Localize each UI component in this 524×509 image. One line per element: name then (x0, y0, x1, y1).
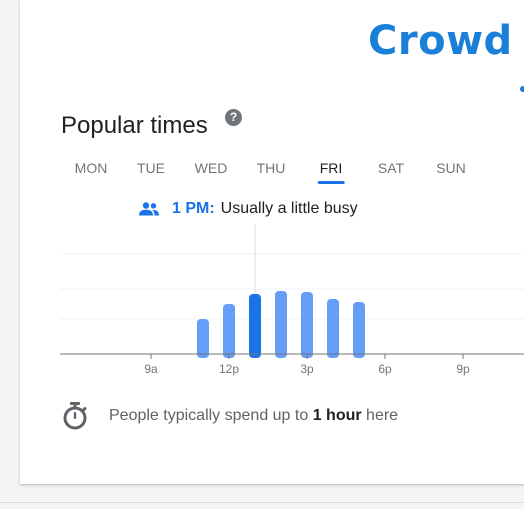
busy-status: 1 PM: Usually a little busy (138, 200, 358, 218)
visit-duration: People typically spend up to 1 hour here (61, 400, 398, 432)
tab-fri[interactable]: FRI (317, 160, 345, 184)
popular-times-title: Popular times (61, 112, 208, 139)
x-tick-label: 6p (378, 362, 392, 376)
tab-label: FRI (319, 160, 343, 176)
visit-duration-suffix: here (366, 407, 399, 424)
page-bottom-divider (0, 502, 524, 503)
tab-wed[interactable]: WED (195, 160, 228, 176)
tab-sun[interactable]: SUN (436, 160, 466, 176)
tab-thu[interactable]: THU (257, 160, 286, 176)
x-tick-label: 12p (219, 362, 239, 376)
brand-dot (520, 86, 524, 92)
bar-5p[interactable] (353, 302, 365, 358)
x-tick-label: 3p (300, 362, 314, 376)
tab-tue[interactable]: TUE (137, 160, 165, 176)
brand-logo-text: Crowd (368, 18, 513, 64)
tab-label: MON (74, 160, 108, 176)
bar-2p[interactable] (275, 291, 287, 358)
popular-times-chart: 9a 12p 3p 6p 9p (60, 224, 524, 376)
bar-3p[interactable] (301, 292, 313, 358)
tab-sat[interactable]: SAT (378, 160, 404, 176)
bar-1p[interactable] (249, 294, 261, 358)
popular-times-header: Popular times (61, 112, 208, 140)
tab-mon[interactable]: MON (75, 160, 108, 176)
tab-label: TUE (137, 160, 165, 176)
stopwatch-icon (63, 402, 87, 430)
bar-11a[interactable] (197, 319, 209, 358)
busy-time: 1 PM: (172, 200, 215, 217)
tab-label: SAT (377, 160, 405, 176)
bar-4p[interactable] (327, 299, 339, 358)
bar-12p[interactable] (223, 304, 235, 358)
x-tick-label: 9a (144, 362, 158, 376)
tab-label: THU (256, 160, 286, 176)
busy-status-text: Usually a little busy (220, 200, 358, 217)
day-tabs: MON TUE WED THU FRI SAT SUN (61, 160, 511, 188)
people-icon (139, 202, 159, 216)
x-tick-label: 9p (456, 362, 470, 376)
visit-duration-prefix: People typically spend up to (109, 407, 309, 424)
visit-duration-amount: 1 hour (312, 407, 362, 424)
selected-tab-indicator (317, 181, 345, 184)
popular-times-card: Crowd Popular times ? MON TUE WED THU FRI SAT… (20, 0, 524, 484)
help-icon[interactable]: ? (225, 109, 242, 126)
visit-duration-text: People typically spend up to 1 hour here (109, 407, 398, 425)
tab-label: SUN (436, 160, 466, 176)
tab-label: WED (194, 160, 228, 176)
